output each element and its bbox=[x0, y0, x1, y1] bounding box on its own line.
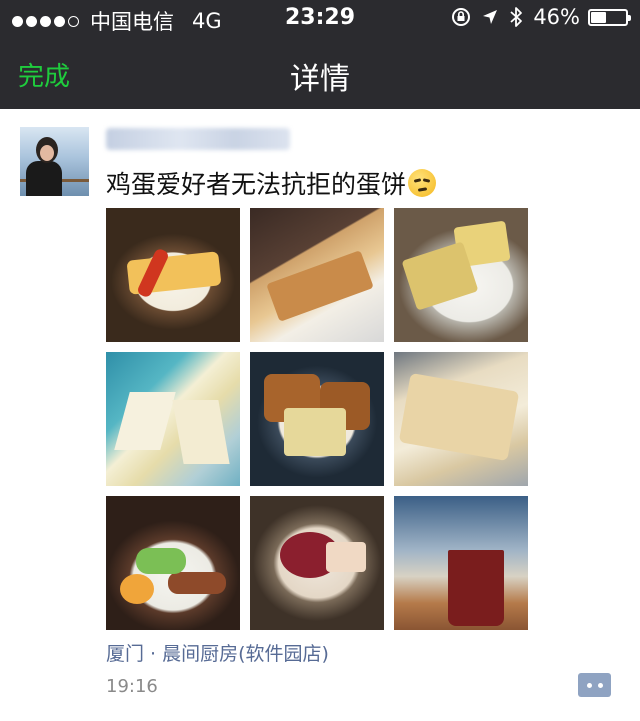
photo-toast-with-sauce[interactable] bbox=[250, 208, 384, 342]
photo-grid bbox=[106, 208, 528, 630]
moment-post: 鸡蛋爱好者无法抗拒的蛋饼 厦门 · 晨间厨房(软件园店) 19:16 bbox=[0, 109, 640, 721]
location-link[interactable]: 厦门 · 晨间厨房(软件园店) bbox=[106, 639, 329, 666]
smirking-face-emoji-icon bbox=[408, 169, 437, 197]
post-text-content: 鸡蛋爱好者无法抗拒的蛋饼 bbox=[106, 170, 407, 199]
signal-strength-icon bbox=[12, 15, 82, 27]
network-type: 4G bbox=[192, 9, 222, 33]
post-text: 鸡蛋爱好者无法抗拒的蛋饼 bbox=[106, 165, 437, 201]
photo-red-bean-dessert[interactable] bbox=[250, 496, 384, 630]
photo-thick-toast[interactable] bbox=[394, 352, 528, 486]
location-arrow-icon bbox=[483, 10, 498, 24]
photo-egg-crepe[interactable] bbox=[106, 208, 240, 342]
avatar[interactable] bbox=[20, 127, 89, 196]
photo-waffle[interactable] bbox=[250, 352, 384, 486]
photo-breakfast-platter[interactable] bbox=[106, 496, 240, 630]
nav-bar: 完成 详情 bbox=[0, 36, 640, 109]
done-button[interactable]: 完成 bbox=[18, 56, 70, 93]
status-left: 中国电信 4G bbox=[12, 6, 222, 36]
orientation-lock-icon bbox=[452, 8, 471, 26]
status-right: 46% bbox=[441, 5, 631, 29]
page-title: 详情 bbox=[290, 62, 350, 97]
battery-icon bbox=[588, 8, 631, 26]
carrier-name: 中国电信 bbox=[90, 10, 174, 34]
battery-percent: 46% bbox=[533, 5, 580, 29]
photo-drink-cup[interactable] bbox=[394, 496, 528, 630]
comment-dots-icon bbox=[584, 682, 606, 688]
photo-sandwich-bacon[interactable] bbox=[394, 208, 528, 342]
status-bar: 中国电信 4G 23:29 46% bbox=[0, 0, 640, 36]
photo-club-sandwich[interactable] bbox=[106, 352, 240, 486]
bluetooth-icon bbox=[510, 7, 523, 27]
author-name-blurred[interactable] bbox=[106, 125, 290, 153]
author-name bbox=[106, 125, 290, 153]
post-time: 19:16 bbox=[106, 676, 158, 697]
comment-button[interactable] bbox=[578, 673, 611, 697]
